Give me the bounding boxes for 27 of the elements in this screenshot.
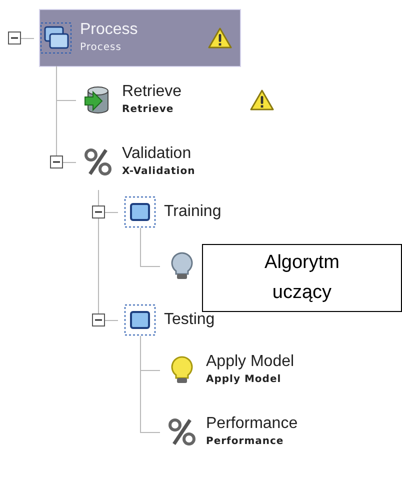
tree-node[interactable]: Performance Performance bbox=[166, 404, 302, 460]
collapse-toggle[interactable] bbox=[92, 314, 105, 326]
percent-icon bbox=[166, 416, 198, 448]
window-icon bbox=[124, 304, 156, 336]
node-type: Apply Model bbox=[206, 373, 282, 387]
node-type: Retrieve bbox=[122, 103, 175, 117]
tree-node[interactable]: Retrieve Retrieve bbox=[82, 72, 278, 128]
node-name: Validation bbox=[122, 144, 192, 164]
node-name: Testing bbox=[164, 310, 216, 330]
tree-node[interactable]: Validation X-Validation bbox=[82, 134, 216, 190]
collapse-toggle[interactable] bbox=[50, 156, 63, 168]
node-type: Process bbox=[80, 41, 122, 55]
collapse-toggle[interactable] bbox=[8, 32, 21, 44]
node-name: Training bbox=[164, 202, 222, 222]
percent-icon bbox=[82, 146, 114, 178]
node-name: Apply Model bbox=[206, 352, 296, 372]
node-name: Process bbox=[80, 20, 139, 40]
window-icon bbox=[124, 196, 156, 228]
node-name: Retrieve bbox=[122, 82, 183, 102]
tree-node[interactable]: Training bbox=[124, 196, 258, 228]
node-type: Performance bbox=[206, 435, 285, 449]
collapse-toggle[interactable] bbox=[92, 206, 105, 218]
node-type: X-Validation bbox=[122, 165, 196, 179]
tree-node[interactable]: Apply Model Apply Model bbox=[166, 342, 300, 398]
node-name: Performance bbox=[206, 414, 298, 434]
windows-icon bbox=[40, 22, 72, 54]
note-box: Algorytm uczący bbox=[202, 244, 402, 312]
